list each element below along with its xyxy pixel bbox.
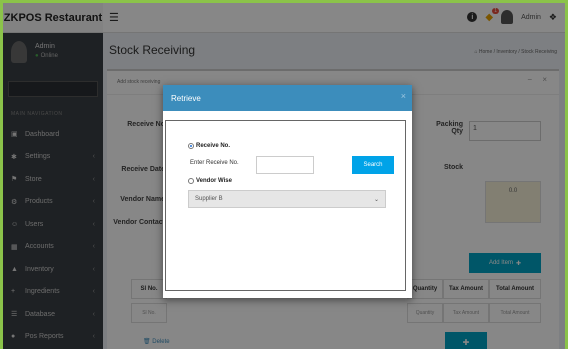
supplier-select[interactable]: Supplier B ⌄ [188, 190, 386, 208]
radio-unselected-icon [188, 178, 194, 184]
modal-form: Receive No. Enter Receive No. Search Ven… [165, 120, 406, 291]
receive-no-field-label: Enter Receive No. [190, 160, 239, 166]
app-window: ZKPOS Restaurant ☰ i ◆1 Admin ❖ Admin On… [0, 0, 568, 349]
supplier-select-value: Supplier B [195, 196, 223, 202]
chevron-down-icon: ⌄ [373, 196, 379, 203]
search-button[interactable]: Search [352, 156, 394, 174]
close-icon[interactable]: × [401, 91, 406, 101]
receive-no-radio[interactable]: Receive No. [188, 143, 230, 149]
vendor-wise-radio-label: Vendor Wise [196, 178, 232, 184]
modal-title: Retrieve [171, 93, 201, 103]
retrieve-modal: Retrieve × Receive No. Enter Receive No.… [163, 85, 412, 298]
radio-selected-icon [188, 143, 194, 149]
modal-header: Retrieve × [163, 85, 412, 111]
vendor-wise-radio[interactable]: Vendor Wise [188, 178, 232, 184]
receive-no-radio-label: Receive No. [196, 143, 231, 149]
receive-no-input[interactable] [256, 156, 314, 174]
